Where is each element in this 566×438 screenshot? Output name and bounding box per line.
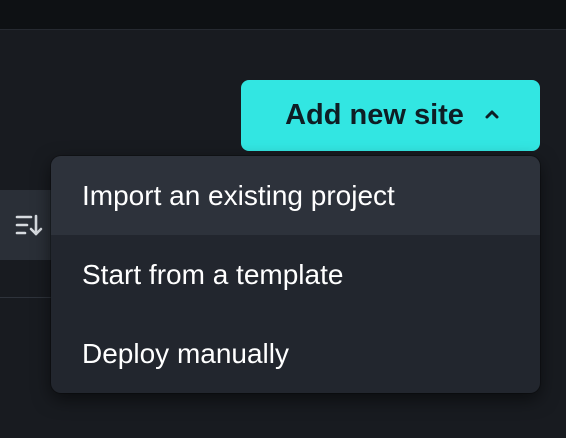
add-site-dropdown-menu: Import an existing project Start from a … (51, 156, 540, 393)
sort-descending-icon (15, 214, 43, 236)
chevron-up-icon (485, 110, 499, 118)
add-new-site-label: Add new site (285, 99, 464, 131)
menu-item-deploy-manually[interactable]: Deploy manually (51, 314, 540, 393)
menu-item-label: Deploy manually (82, 337, 289, 369)
menu-item-label: Import an existing project (82, 179, 395, 211)
sort-button[interactable] (0, 190, 56, 260)
menu-item-import-existing-project[interactable]: Import an existing project (51, 156, 540, 235)
top-bar (0, 0, 566, 30)
menu-item-start-from-template[interactable]: Start from a template (51, 235, 540, 314)
menu-item-label: Start from a template (82, 258, 344, 290)
add-new-site-button[interactable]: Add new site (241, 80, 540, 151)
